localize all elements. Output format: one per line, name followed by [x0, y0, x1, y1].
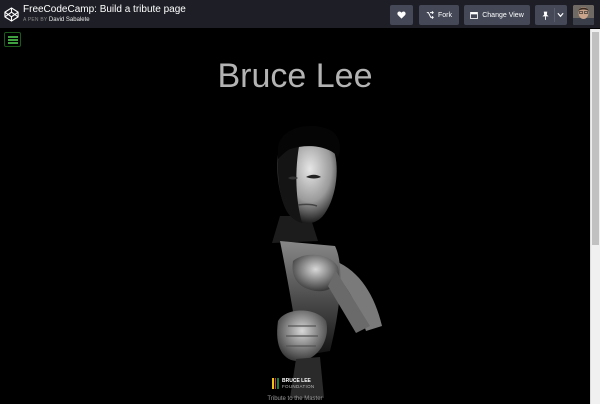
user-avatar[interactable] [573, 5, 594, 25]
heart-icon [397, 11, 406, 19]
menu-toggle-button[interactable] [4, 32, 21, 47]
pen-title: FreeCodeCamp: Build a tribute page [23, 4, 186, 15]
layout-icon [470, 11, 479, 19]
change-view-label: Change View [482, 11, 524, 19]
codepen-logo-icon[interactable] [4, 7, 19, 22]
hamburger-line [8, 39, 18, 41]
page-title: Bruce Lee [217, 57, 373, 95]
byline-prefix: A PEN BY [23, 17, 48, 23]
tribute-photo [160, 121, 418, 398]
heart-button[interactable] [390, 5, 413, 25]
pin-divider [554, 8, 555, 22]
bruce-lee-foundation-logo: BRUCE LEE FOUNDATION [272, 377, 322, 391]
author-link[interactable]: David Sabalete [49, 17, 90, 23]
fork-icon [426, 11, 434, 19]
codepen-header: FreeCodeCamp: Build a tribute page A PEN… [0, 0, 600, 29]
scrollbar-thumb[interactable] [592, 32, 599, 245]
hamburger-line [8, 36, 18, 38]
change-view-button[interactable]: Change View [464, 5, 530, 25]
pin-icon [542, 11, 549, 20]
fork-label: Fork [438, 11, 452, 19]
photo-caption: Tribute to the Master [267, 396, 323, 402]
pin-button[interactable] [535, 5, 567, 25]
hamburger-line [8, 42, 18, 44]
pen-preview: Bruce Lee BRUCE LEE FOUNDATION Tribute t… [0, 29, 590, 404]
vertical-scrollbar[interactable] [590, 29, 600, 404]
chevron-down-icon[interactable] [557, 12, 564, 18]
fork-button[interactable]: Fork [419, 5, 459, 25]
pen-byline: A PEN BY David Sabalete [23, 17, 90, 24]
foundation-logo-mark [272, 378, 280, 389]
foundation-subtitle: FOUNDATION [282, 384, 315, 389]
